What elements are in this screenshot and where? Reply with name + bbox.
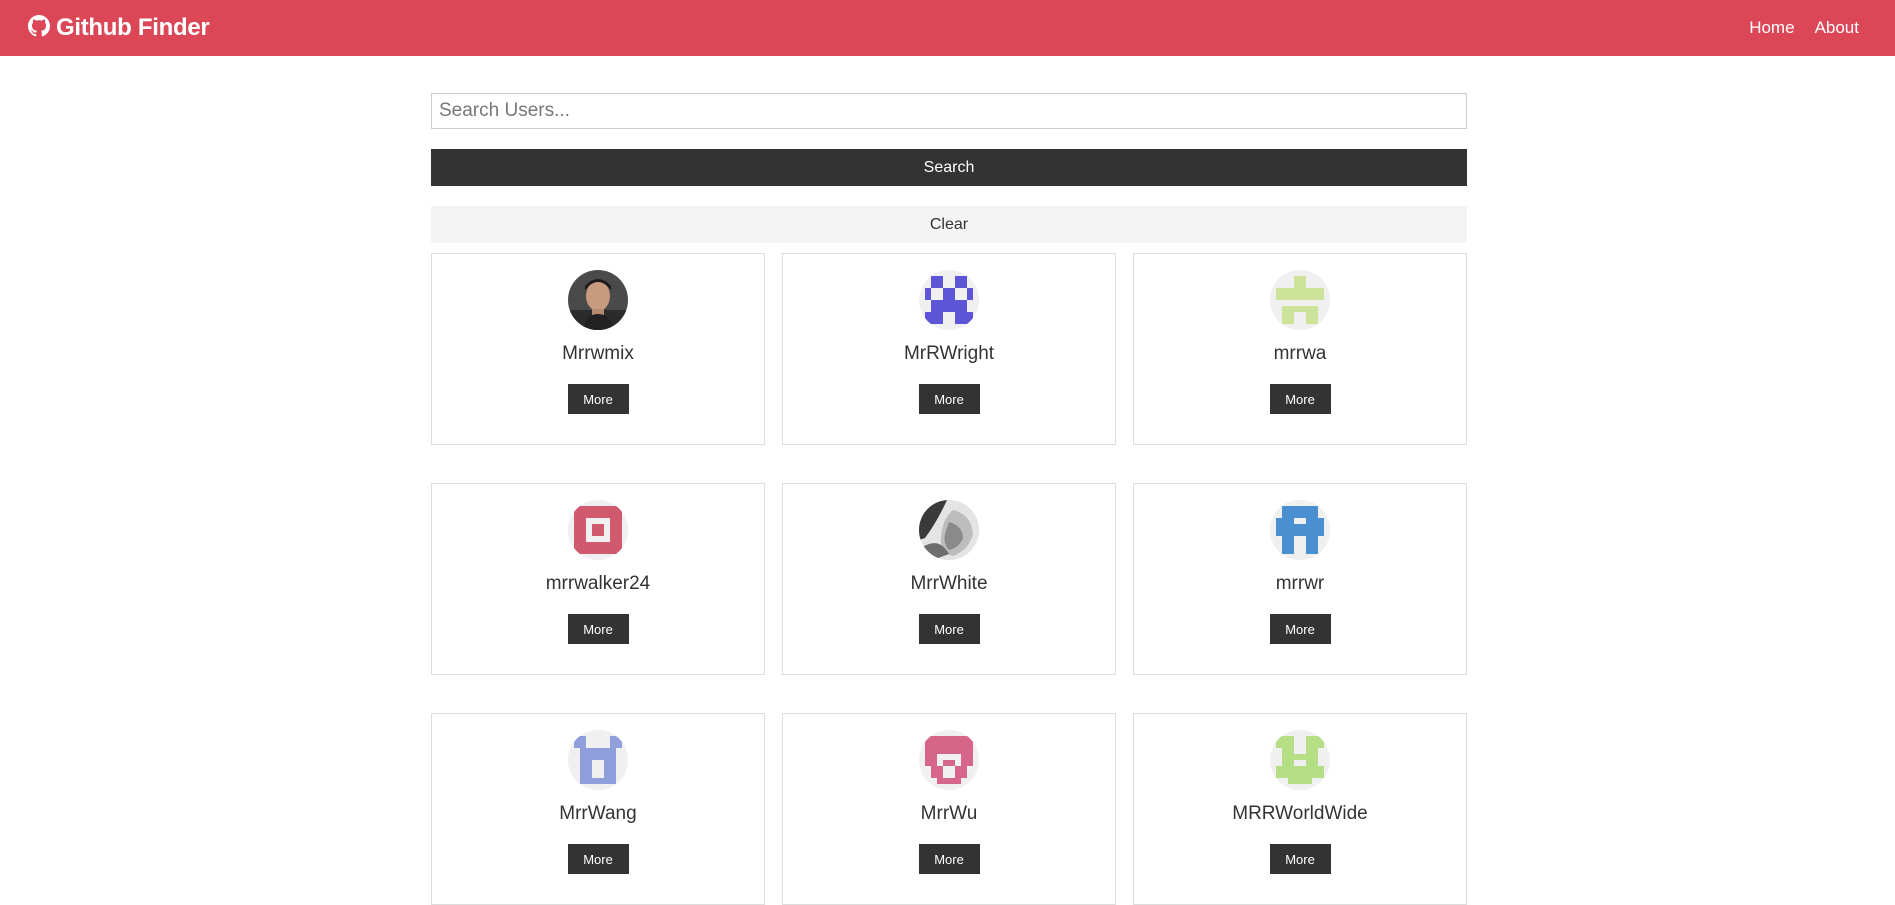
avatar	[568, 500, 628, 560]
search-button[interactable]: Search	[431, 149, 1467, 186]
more-button[interactable]: More	[918, 614, 980, 644]
avatar	[568, 270, 628, 330]
username: Mrrwmix	[562, 343, 634, 364]
username: MrRWright	[903, 343, 995, 364]
nav-link-about[interactable]: About	[1815, 18, 1859, 38]
username: MrrWhite	[910, 573, 988, 594]
users-grid: Mrrwmix More MrRWright More mrrwa More m…	[431, 253, 1467, 905]
avatar	[1270, 500, 1330, 560]
user-card: MrrWhite More	[782, 483, 1116, 675]
user-card: Mrrwmix More	[431, 253, 765, 445]
username: mrrwa	[1273, 343, 1327, 364]
user-card: MrRWright More	[782, 253, 1116, 445]
more-button[interactable]: More	[1269, 614, 1331, 644]
username: MrrWu	[920, 803, 978, 824]
username: MRRWorldWide	[1232, 803, 1368, 824]
app-title: Github Finder	[56, 14, 210, 41]
user-card: mrrwa More	[1133, 253, 1467, 445]
more-button[interactable]: More	[567, 614, 629, 644]
avatar	[1270, 730, 1330, 790]
github-icon	[28, 14, 50, 42]
brand: Github Finder	[28, 14, 210, 42]
username: MrrWang	[559, 803, 637, 824]
navbar: Github Finder Home About	[0, 0, 1895, 56]
nav-link-home[interactable]: Home	[1749, 18, 1794, 38]
user-card: MRRWorldWide More	[1133, 713, 1467, 905]
main-container: Search Clear Mrrwmix More	[431, 93, 1467, 905]
more-button[interactable]: More	[567, 844, 629, 874]
more-button[interactable]: More	[567, 384, 629, 414]
more-button[interactable]: More	[918, 844, 980, 874]
avatar	[1270, 270, 1330, 330]
search-form: Search	[431, 93, 1467, 186]
user-card: MrrWang More	[431, 713, 765, 905]
user-card: mrrwalker24 More	[431, 483, 765, 675]
username: mrrwalker24	[545, 573, 651, 594]
avatar	[919, 270, 979, 330]
search-input[interactable]	[431, 93, 1467, 129]
user-card: mrrwr More	[1133, 483, 1467, 675]
nav-links: Home About	[1749, 18, 1859, 38]
user-card: MrrWu More	[782, 713, 1116, 905]
username: mrrwr	[1275, 573, 1325, 594]
more-button[interactable]: More	[1269, 384, 1331, 414]
more-button[interactable]: More	[918, 384, 980, 414]
avatar	[919, 730, 979, 790]
clear-button[interactable]: Clear	[431, 206, 1467, 243]
avatar	[568, 730, 628, 790]
avatar	[919, 500, 979, 560]
more-button[interactable]: More	[1269, 844, 1331, 874]
